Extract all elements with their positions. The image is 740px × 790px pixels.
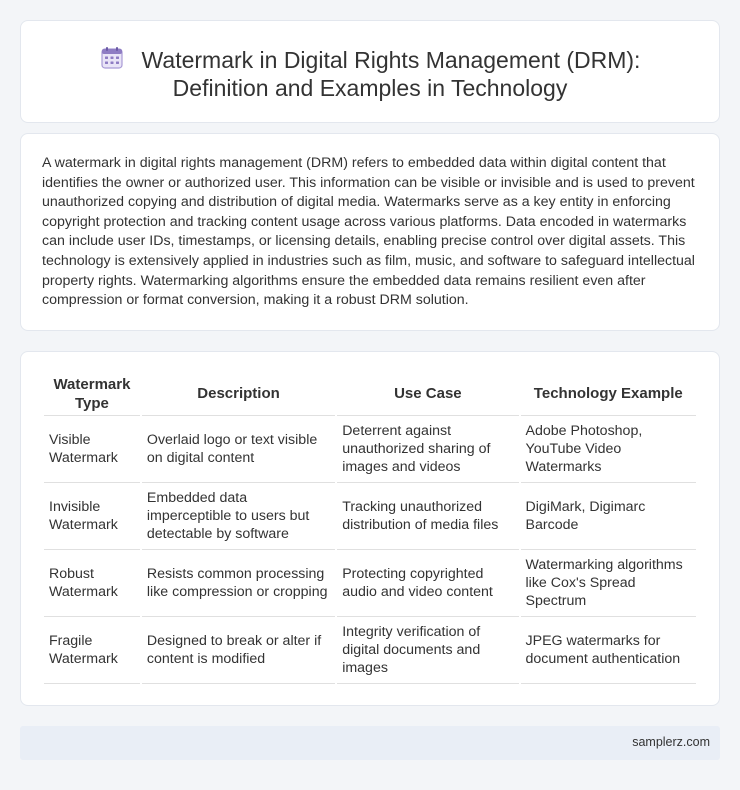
table-cell: Adobe Photoshop, YouTube Video Watermark…: [520, 416, 696, 483]
table-cell: Invisible Watermark: [44, 483, 140, 550]
table-cell: Protecting copyrighted audio and video c…: [337, 550, 519, 617]
title-line-2: Definition and Examples in Technology: [172, 75, 568, 101]
title-card: Watermark in Digital Rights Management (…: [20, 20, 720, 123]
footer-bar: samplerz.com: [20, 726, 720, 760]
table-card: Watermark Type Description Use Case Tech…: [20, 351, 720, 706]
table-cell: Watermarking algorithms like Cox's Sprea…: [520, 550, 696, 617]
table-cell: Tracking unauthorized distribution of me…: [337, 483, 519, 550]
table-row: Invisible Watermark Embedded data imperc…: [44, 483, 696, 550]
table-cell: Resists common processing like compressi…: [141, 550, 336, 617]
description-card: A watermark in digital rights management…: [20, 133, 720, 331]
table-cell: Overlaid logo or text visible on digital…: [141, 416, 336, 483]
table-cell: Robust Watermark: [44, 550, 140, 617]
column-header: Use Case: [337, 372, 519, 416]
table-row: Robust Watermark Resists common processi…: [44, 550, 696, 617]
table-cell: Fragile Watermark: [44, 617, 140, 684]
table-cell: DigiMark, Digimarc Barcode: [520, 483, 696, 550]
column-header: Description: [141, 372, 336, 416]
description-text: A watermark in digital rights management…: [42, 155, 695, 309]
page-title: Watermark in Digital Rights Management (…: [21, 46, 719, 102]
table-header-row: Watermark Type Description Use Case Tech…: [44, 372, 696, 416]
table-cell: Embedded data imperceptible to users but…: [141, 483, 336, 550]
calendar-grid-icon: [100, 47, 123, 69]
table-cell: JPEG watermarks for document authenticat…: [520, 617, 696, 684]
table-cell: Designed to break or alter if content is…: [141, 617, 336, 684]
table-row: Visible Watermark Overlaid logo or text …: [44, 416, 696, 483]
footer-site-link[interactable]: samplerz.com: [632, 735, 710, 749]
table-cell: Integrity verification of digital docume…: [337, 617, 519, 684]
table-cell: Visible Watermark: [44, 416, 140, 483]
column-header: Watermark Type: [44, 372, 140, 416]
table-row: Fragile Watermark Designed to break or a…: [44, 617, 696, 684]
title-line-1: Watermark in Digital Rights Management (…: [141, 47, 641, 73]
column-header: Technology Example: [520, 372, 696, 416]
table-cell: Deterrent against unauthorized sharing o…: [337, 416, 519, 483]
watermark-table: Watermark Type Description Use Case Tech…: [42, 372, 698, 684]
